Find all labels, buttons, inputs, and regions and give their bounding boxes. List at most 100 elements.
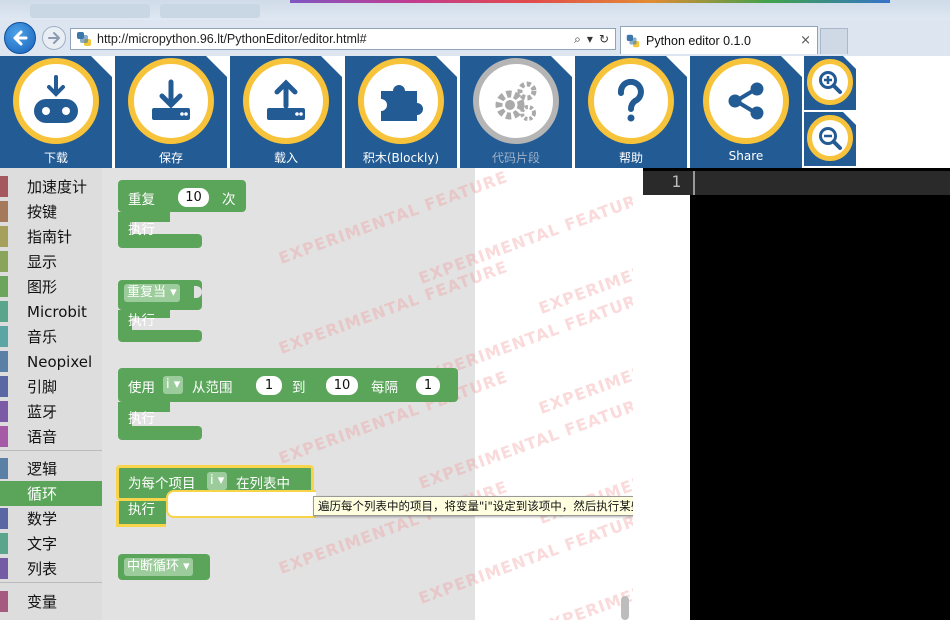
repeat-while-do-label: 执行	[128, 313, 155, 329]
category-loops[interactable]: 循环	[0, 481, 102, 506]
line-number: 1	[671, 172, 681, 191]
repeat-count-field[interactable]: 10	[178, 188, 209, 207]
category-color-swatch	[0, 201, 8, 222]
for-do-label: 执行	[128, 411, 155, 427]
for-to-label: 到	[292, 380, 306, 396]
repeat-do-label: 执行	[128, 222, 155, 238]
refresh-icon[interactable]: ↻	[599, 32, 609, 47]
share-button[interactable]: Share	[690, 56, 802, 168]
snippets-label: 代码片段	[491, 151, 540, 165]
download-label: 下载	[43, 151, 68, 165]
repeat-times-label: 次	[222, 192, 236, 208]
category-pins[interactable]: 引脚	[0, 374, 102, 399]
category-speech[interactable]: 语音	[0, 424, 102, 449]
search-icon[interactable]: ⌕	[574, 32, 581, 47]
category-color-swatch	[0, 591, 8, 612]
category-color-swatch	[0, 533, 8, 554]
category-accelerometer[interactable]: 加速度计	[0, 174, 102, 199]
address-bar[interactable]: http://micropython.96.lt/PythonEditor/ed…	[70, 28, 616, 50]
dropdown-icon[interactable]: ▾	[587, 32, 593, 47]
for-from-label: 从范围	[192, 380, 233, 396]
load-label: 载入	[273, 151, 298, 165]
editor-gutter-strip	[643, 195, 690, 620]
for-start-field[interactable]: 1	[256, 376, 282, 395]
category-neopixel[interactable]: Neopixel	[0, 349, 102, 374]
color-strip	[290, 0, 890, 3]
blocks-button[interactable]: 积木(Blockly)	[345, 56, 457, 168]
category-color-swatch	[0, 251, 8, 272]
zoom-out-icon	[819, 127, 842, 150]
code-editor[interactable]: 1	[633, 168, 950, 620]
blockly-workspace[interactable]: EXPERIMENTAL FEATURE EXPERIMENTAL FEATUR…	[102, 168, 633, 620]
download-button[interactable]: 下载	[0, 56, 112, 168]
python-favicon-icon	[77, 32, 91, 46]
zoom-in-icon	[819, 71, 842, 94]
repeat-label: 重复	[128, 192, 155, 208]
category-buttons[interactable]: 按键	[0, 199, 102, 224]
for-use-label: 使用	[128, 380, 155, 396]
tab-title: Python editor 0.1.0	[646, 33, 751, 48]
snippets-button[interactable]: 代码片段	[460, 56, 572, 168]
category-color-swatch	[0, 176, 8, 197]
save-label: 保存	[158, 151, 183, 165]
zoom-in-button[interactable]	[804, 56, 856, 110]
break-dropdown[interactable]: 中断循环 ▾	[124, 558, 193, 576]
category-divider	[0, 450, 102, 451]
toolbar: 下载 保存 载入 积木(Blockly) 代码片段 帮助 Share	[0, 56, 950, 168]
background-tab[interactable]	[30, 4, 150, 18]
category-color-swatch	[0, 508, 8, 529]
category-lists[interactable]: 列表	[0, 556, 102, 581]
back-arrow-icon	[13, 30, 28, 46]
help-label: 帮助	[618, 151, 643, 165]
background-tab[interactable]	[160, 4, 260, 18]
browser-chrome: http://micropython.96.lt/PythonEditor/ed…	[0, 0, 950, 56]
category-color-swatch	[0, 226, 8, 247]
category-color-swatch	[0, 276, 8, 297]
zoom-out-button[interactable]	[804, 112, 856, 166]
for-end-field[interactable]: 10	[326, 376, 358, 395]
close-tab-icon[interactable]: ×	[800, 33, 811, 48]
category-color-swatch	[0, 426, 8, 447]
for-every-label: 每隔	[371, 380, 398, 396]
category-radio[interactable]: 蓝牙	[0, 399, 102, 424]
tab-python-editor[interactable]: Python editor 0.1.0 ×	[620, 26, 818, 54]
category-text[interactable]: 文字	[0, 531, 102, 556]
block-categories: 加速度计 按键 指南针 显示 图形 Microbit 音乐 Neopixel 引…	[0, 168, 102, 620]
share-icon	[728, 82, 764, 120]
forward-arrow-icon	[48, 32, 60, 44]
for-variable-dropdown[interactable]: i ▾	[163, 376, 184, 394]
category-color-swatch	[0, 376, 8, 397]
category-color-swatch	[0, 558, 8, 579]
new-tab-button[interactable]	[820, 28, 848, 54]
back-button[interactable]	[4, 22, 36, 54]
active-line[interactable]	[643, 171, 950, 195]
for-each-in-list-label: 在列表中	[236, 476, 290, 492]
help-button[interactable]: 帮助	[575, 56, 687, 168]
category-math[interactable]: 数学	[0, 506, 102, 531]
category-divider	[0, 582, 102, 583]
puzzle-piece-icon	[381, 85, 423, 121]
category-microbit[interactable]: Microbit	[0, 299, 102, 324]
share-label: Share	[728, 149, 764, 163]
category-images[interactable]: 图形	[0, 274, 102, 299]
category-color-swatch	[0, 326, 8, 347]
category-compass[interactable]: 指南针	[0, 224, 102, 249]
category-variables[interactable]: 变量	[0, 589, 102, 614]
workspace-scrollbar[interactable]	[621, 596, 629, 620]
category-color-swatch	[0, 458, 8, 479]
address-url[interactable]: http://micropython.96.lt/PythonEditor/ed…	[97, 32, 574, 46]
microbit-download-icon	[34, 75, 78, 123]
for-each-variable-dropdown[interactable]: i ▾	[207, 472, 228, 490]
category-color-swatch	[0, 483, 8, 504]
category-display[interactable]: 显示	[0, 249, 102, 274]
forward-button[interactable]	[42, 26, 66, 50]
category-music[interactable]: 音乐	[0, 324, 102, 349]
python-favicon-icon	[626, 34, 640, 47]
category-logic[interactable]: 逻辑	[0, 456, 102, 481]
load-button[interactable]: 载入	[230, 56, 342, 168]
save-button[interactable]: 保存	[115, 56, 227, 168]
text-cursor	[693, 171, 695, 195]
for-step-field[interactable]: 1	[416, 376, 440, 395]
save-icon	[152, 79, 190, 120]
repeat-while-dropdown[interactable]: 重复当 ▾	[124, 284, 180, 302]
